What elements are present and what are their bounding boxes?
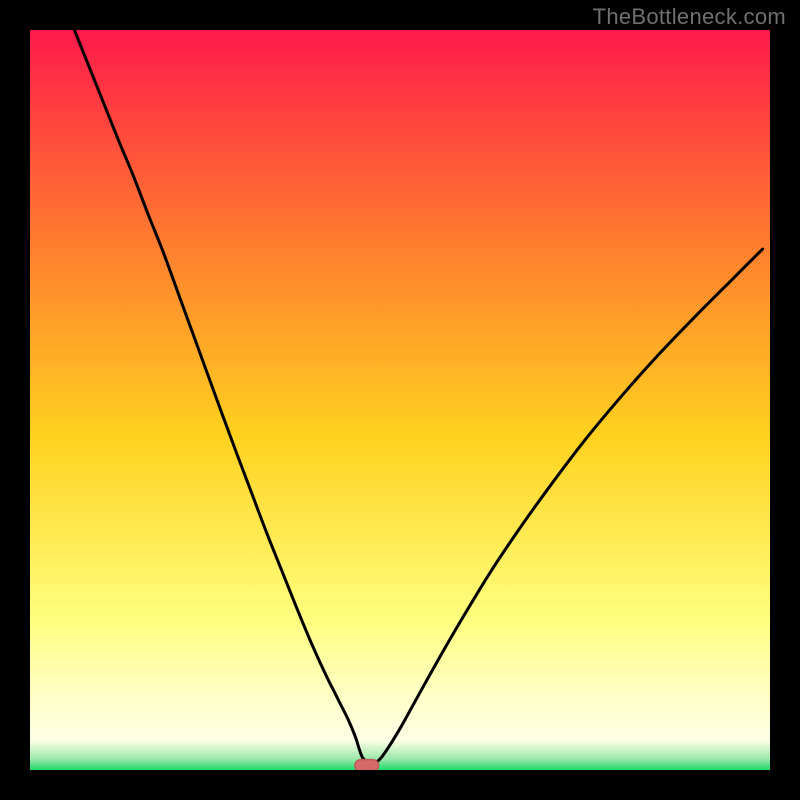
bottleneck-chart [30, 30, 770, 770]
optimal-point-marker [355, 760, 379, 770]
watermark-text: TheBottleneck.com [593, 4, 786, 30]
chart-frame: TheBottleneck.com [0, 0, 800, 800]
gradient-background [30, 30, 770, 770]
plot-area [30, 30, 770, 770]
